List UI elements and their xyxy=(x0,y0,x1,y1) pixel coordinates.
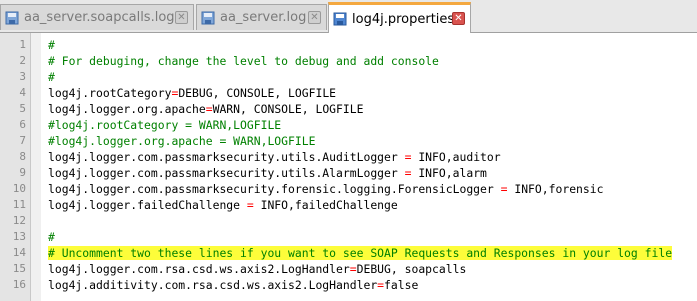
line-text: log4j.logger.com.rsa.csd.ws.axis2.LogHan… xyxy=(48,261,466,277)
line-number: 15 xyxy=(12,262,26,275)
comment-text: # For debuging, change the level to debu… xyxy=(48,54,439,68)
property-key: log4j.logger.com.passmarksecurity.utils.… xyxy=(48,150,405,164)
code-line[interactable]: 8 log4j.logger.com.passmarksecurity.utils… xyxy=(0,149,697,165)
code-line[interactable]: 10 log4j.logger.com.passmarksecurity.fore… xyxy=(0,181,697,197)
line-number: 14 xyxy=(12,246,26,259)
log-file-icon xyxy=(5,11,19,24)
comment-text: # xyxy=(48,38,55,52)
property-value: INFO,alarm xyxy=(411,166,487,180)
code-line[interactable]: 5 log4j.logger.org.apache=WARN, CONSOLE, … xyxy=(0,101,697,117)
property-key: log4j.logger.org.apache xyxy=(48,102,206,116)
tab-aa-server-soapcalls-log[interactable]: aa_server.soapcalls.log ✕ xyxy=(0,4,194,30)
line-text: log4j.logger.org.apache=WARN, CONSOLE, L… xyxy=(48,101,363,117)
assignment-operator: = xyxy=(349,262,357,276)
line-text: #log4j.rootCategory = WARN,LOGFILE xyxy=(48,117,281,133)
line-number: 9 xyxy=(19,166,26,179)
assignment-operator: = xyxy=(246,198,254,212)
line-number: 16 xyxy=(12,278,26,291)
line-text: log4j.logger.com.passmarksecurity.utils.… xyxy=(48,149,501,165)
property-value: DEBUG, CONSOLE, LOGFILE xyxy=(178,86,337,100)
code-line[interactable]: 13 # xyxy=(0,229,697,245)
property-value: WARN, CONSOLE, LOGFILE xyxy=(212,102,364,116)
line-text: # xyxy=(48,37,55,53)
tab-label: aa_server.soapcalls.log xyxy=(24,10,175,25)
code-line[interactable]: 1 # xyxy=(0,37,697,53)
line-text: # For debuging, change the level to debu… xyxy=(48,53,439,69)
property-value: DEBUG, soapcalls xyxy=(356,262,467,276)
code-line[interactable]: 12 xyxy=(0,213,697,229)
line-text: # xyxy=(48,229,55,245)
comment-text: #log4j.rootCategory = WARN,LOGFILE xyxy=(48,118,282,132)
comment-text: # Uncomment two these lines if you want … xyxy=(48,246,673,260)
line-number: 7 xyxy=(19,134,26,147)
property-key: log4j.logger.failedChallenge xyxy=(48,198,247,212)
comment-text: # xyxy=(48,70,55,84)
code-line[interactable]: 14 # Uncomment two these lines if you wan… xyxy=(0,245,697,261)
log-file-icon xyxy=(201,11,215,24)
line-text: # xyxy=(48,69,55,85)
line-number: 2 xyxy=(19,54,26,67)
code-line[interactable]: 4 log4j.rootCategory=DEBUG, CONSOLE, LOGF… xyxy=(0,85,697,101)
property-key: log4j.logger.com.passmarksecurity.forens… xyxy=(48,182,501,196)
line-number: 5 xyxy=(19,102,26,115)
close-tab-icon[interactable]: ✕ xyxy=(308,10,321,24)
code-editor[interactable]: 1 #2 # For debuging, change the level to d… xyxy=(0,33,697,301)
property-value: INFO,failedChallenge xyxy=(253,198,398,212)
close-tab-icon[interactable]: ✕ xyxy=(175,10,188,24)
property-value: INFO,forensic xyxy=(507,182,604,196)
code-line[interactable]: 9 log4j.logger.com.passmarksecurity.utils… xyxy=(0,165,697,181)
property-key: log4j.logger.com.passmarksecurity.utils.… xyxy=(48,166,405,180)
code-line[interactable]: 15 log4j.logger.com.rsa.csd.ws.axis2.LogH… xyxy=(0,261,697,277)
assignment-operator: = xyxy=(377,278,385,292)
line-number: 13 xyxy=(12,230,26,243)
line-number: 6 xyxy=(19,118,26,131)
line-text: # Uncomment two these lines if you want … xyxy=(48,245,676,261)
tab-label: log4j.properties xyxy=(352,11,455,27)
line-text: log4j.additivity.com.rsa.csd.ws.axis2.Lo… xyxy=(48,277,418,293)
line-text: log4j.logger.com.passmarksecurity.utils.… xyxy=(48,165,487,181)
code-line[interactable]: 7 #log4j.logger.org.apache = WARN,LOGFILE xyxy=(0,133,697,149)
line-number: 1 xyxy=(19,38,26,51)
line-number: 3 xyxy=(19,70,26,83)
comment-text: # xyxy=(48,230,55,244)
comment-text: #log4j.logger.org.apache = WARN,LOGFILE xyxy=(48,134,316,148)
line-text: log4j.logger.com.passmarksecurity.forens… xyxy=(48,181,604,197)
tab-label: aa_server.log xyxy=(220,10,307,25)
close-tab-icon[interactable]: ✕ xyxy=(452,12,465,25)
property-key: log4j.additivity.com.rsa.csd.ws.axis2.Lo… xyxy=(48,278,378,292)
code-line[interactable]: 3 # xyxy=(0,69,697,85)
line-number: 4 xyxy=(19,86,26,99)
code-line[interactable]: 6 #log4j.rootCategory = WARN,LOGFILE xyxy=(0,117,697,133)
line-text: log4j.logger.failedChallenge = INFO,fail… xyxy=(48,197,398,213)
line-number: 11 xyxy=(12,198,26,211)
line-number: 12 xyxy=(12,214,26,227)
property-key: log4j.logger.com.rsa.csd.ws.axis2.LogHan… xyxy=(48,262,350,276)
property-value: INFO,auditor xyxy=(411,150,501,164)
code-line[interactable]: 11 log4j.logger.failedChallenge = INFO,fa… xyxy=(0,197,697,213)
tab-bar: aa_server.soapcalls.log ✕ aa_server.log … xyxy=(0,0,697,33)
line-text: log4j.rootCategory=DEBUG, CONSOLE, LOGFI… xyxy=(48,85,336,101)
line-text: #log4j.logger.org.apache = WARN,LOGFILE xyxy=(48,133,315,149)
save-file-icon xyxy=(333,12,347,26)
tab-aa-server-log[interactable]: aa_server.log ✕ xyxy=(196,4,327,30)
property-value: false xyxy=(384,278,419,292)
code-line[interactable]: 2 # For debuging, change the level to deb… xyxy=(0,53,697,69)
property-key: log4j.rootCategory xyxy=(48,86,172,100)
tab-log4j-properties[interactable]: log4j.properties ✕ xyxy=(328,2,471,33)
assignment-operator: = xyxy=(205,102,213,116)
line-number: 10 xyxy=(12,182,26,195)
code-line[interactable]: 16 log4j.additivity.com.rsa.csd.ws.axis2.… xyxy=(0,277,697,293)
line-number: 8 xyxy=(19,150,26,163)
